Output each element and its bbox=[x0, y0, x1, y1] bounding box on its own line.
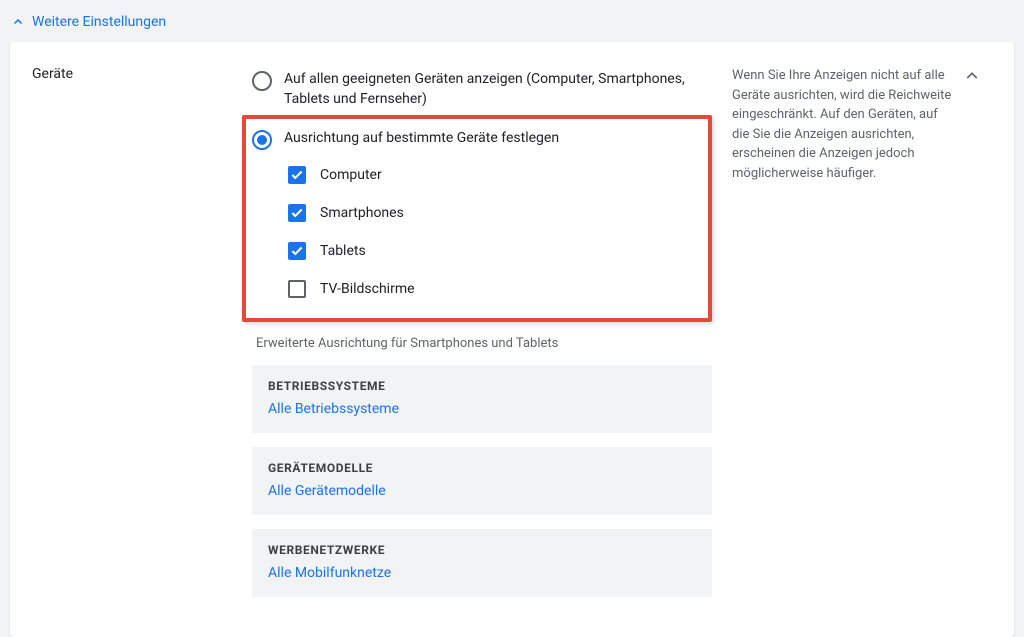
panel-networks-title: WERBENETZWERKE bbox=[268, 543, 696, 557]
devices-controls: Auf allen geeigneten Geräten anzeigen (C… bbox=[232, 66, 732, 611]
checkbox-tv-label: TV-Bildschirme bbox=[320, 281, 415, 297]
radio-specific-label: Ausrichtung auf bestimmte Geräte festleg… bbox=[284, 129, 559, 149]
help-text: Wenn Sie Ihre Anzeigen nicht auf alle Ge… bbox=[732, 66, 982, 183]
panel-models: GERÄTEMODELLE Alle Gerätemodelle bbox=[252, 447, 712, 515]
radio-icon-selected bbox=[252, 130, 272, 150]
checkbox-tablets[interactable]: Tablets bbox=[252, 232, 702, 270]
panel-os-link[interactable]: Alle Betriebssysteme bbox=[268, 401, 696, 417]
chevron-up-icon bbox=[10, 14, 26, 30]
radio-all-label: Auf allen geeigneten Geräten anzeigen (C… bbox=[284, 70, 712, 109]
checkbox-computer-label: Computer bbox=[320, 167, 382, 183]
advanced-targeting-label: Erweiterte Ausrichtung für Smartphones u… bbox=[256, 336, 712, 351]
chevron-up-icon bbox=[964, 68, 980, 84]
radio-icon bbox=[252, 71, 272, 91]
help-column: Wenn Sie Ihre Anzeigen nicht auf alle Ge… bbox=[732, 66, 982, 611]
checkbox-checked-icon bbox=[288, 204, 306, 222]
radio-all-devices[interactable]: Auf allen geeigneten Geräten anzeigen (C… bbox=[252, 66, 712, 115]
settings-toggle-header[interactable]: Weitere Einstellungen bbox=[0, 0, 1024, 42]
section-title: Geräte bbox=[32, 66, 232, 611]
checkbox-checked-icon bbox=[288, 242, 306, 260]
checkbox-smartphones-label: Smartphones bbox=[320, 205, 404, 221]
panel-models-link[interactable]: Alle Gerätemodelle bbox=[268, 483, 696, 499]
panel-os-title: BETRIEBSSYSTEME bbox=[268, 379, 696, 393]
radio-specific-devices[interactable]: Ausrichtung auf bestimmte Geräte festleg… bbox=[252, 125, 702, 156]
panel-models-title: GERÄTEMODELLE bbox=[268, 461, 696, 475]
checkbox-tv[interactable]: TV-Bildschirme bbox=[252, 270, 702, 308]
panel-networks: WERBENETZWERKE Alle Mobilfunknetze bbox=[252, 529, 712, 597]
collapse-button[interactable] bbox=[958, 62, 986, 90]
panel-os: BETRIEBSSYSTEME Alle Betriebssysteme bbox=[252, 365, 712, 433]
checkbox-unchecked-icon bbox=[288, 280, 306, 298]
checkbox-smartphones[interactable]: Smartphones bbox=[252, 194, 702, 232]
checkbox-checked-icon bbox=[288, 166, 306, 184]
checkbox-tablets-label: Tablets bbox=[320, 243, 366, 259]
devices-card: Geräte Auf allen geeigneten Geräten anze… bbox=[10, 42, 1014, 637]
panel-networks-link[interactable]: Alle Mobilfunknetze bbox=[268, 565, 696, 581]
checkbox-computer[interactable]: Computer bbox=[252, 156, 702, 194]
highlight-box: Ausrichtung auf bestimmte Geräte festleg… bbox=[242, 115, 712, 322]
toggle-header-label: Weitere Einstellungen bbox=[32, 14, 166, 30]
